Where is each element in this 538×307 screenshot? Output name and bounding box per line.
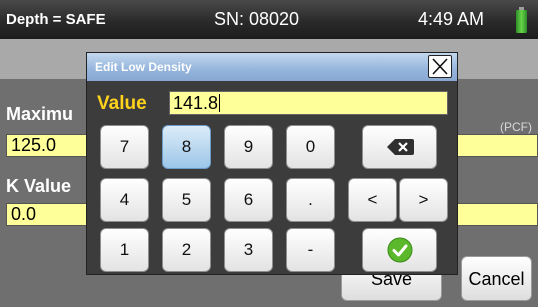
cursor-right-button[interactable]: >	[399, 178, 448, 222]
maximum-label: Maximu	[6, 104, 74, 124]
k-value-label: K Value	[6, 176, 72, 196]
key-8[interactable]: 8	[162, 125, 211, 169]
dialog-titlebar: Edit Low Density	[87, 53, 457, 81]
key-9[interactable]: 9	[224, 125, 273, 169]
key-3[interactable]: 3	[224, 228, 273, 272]
key-5[interactable]: 5	[162, 178, 211, 222]
value-label: Value	[97, 93, 147, 114]
key-1[interactable]: 1	[100, 228, 149, 272]
confirm-button[interactable]	[362, 228, 437, 272]
battery-icon	[516, 7, 527, 33]
key-4[interactable]: 4	[100, 178, 149, 222]
key-7[interactable]: 7	[100, 125, 149, 169]
backspace-button[interactable]	[362, 125, 437, 169]
key-minus[interactable]: -	[286, 228, 335, 272]
key-decimal[interactable]: .	[286, 178, 335, 222]
serial-number: SN: 08020	[214, 9, 300, 29]
check-icon	[387, 237, 412, 263]
clock: 4:49 AM	[418, 9, 485, 29]
close-icon[interactable]	[428, 55, 452, 78]
key-0[interactable]: 0	[286, 125, 335, 169]
edit-low-density-dialog: Edit Low Density Value 141.8 7 8 9 0 4 5…	[86, 52, 458, 275]
unit-label: (PCF)	[500, 120, 532, 134]
depth-status: Depth = SAFE	[6, 11, 106, 28]
value-text: 141.8	[173, 93, 219, 113]
cancel-button[interactable]: Cancel	[461, 256, 532, 301]
key-6[interactable]: 6	[224, 178, 273, 222]
dialog-title: Edit Low Density	[95, 60, 192, 74]
value-input[interactable]: 141.8	[169, 91, 448, 115]
key-2[interactable]: 2	[162, 228, 211, 272]
status-bar: Depth = SAFE SN: 08020 4:49 AM	[0, 0, 538, 39]
backspace-icon	[386, 139, 414, 155]
cursor-left-button[interactable]: <	[348, 178, 397, 222]
